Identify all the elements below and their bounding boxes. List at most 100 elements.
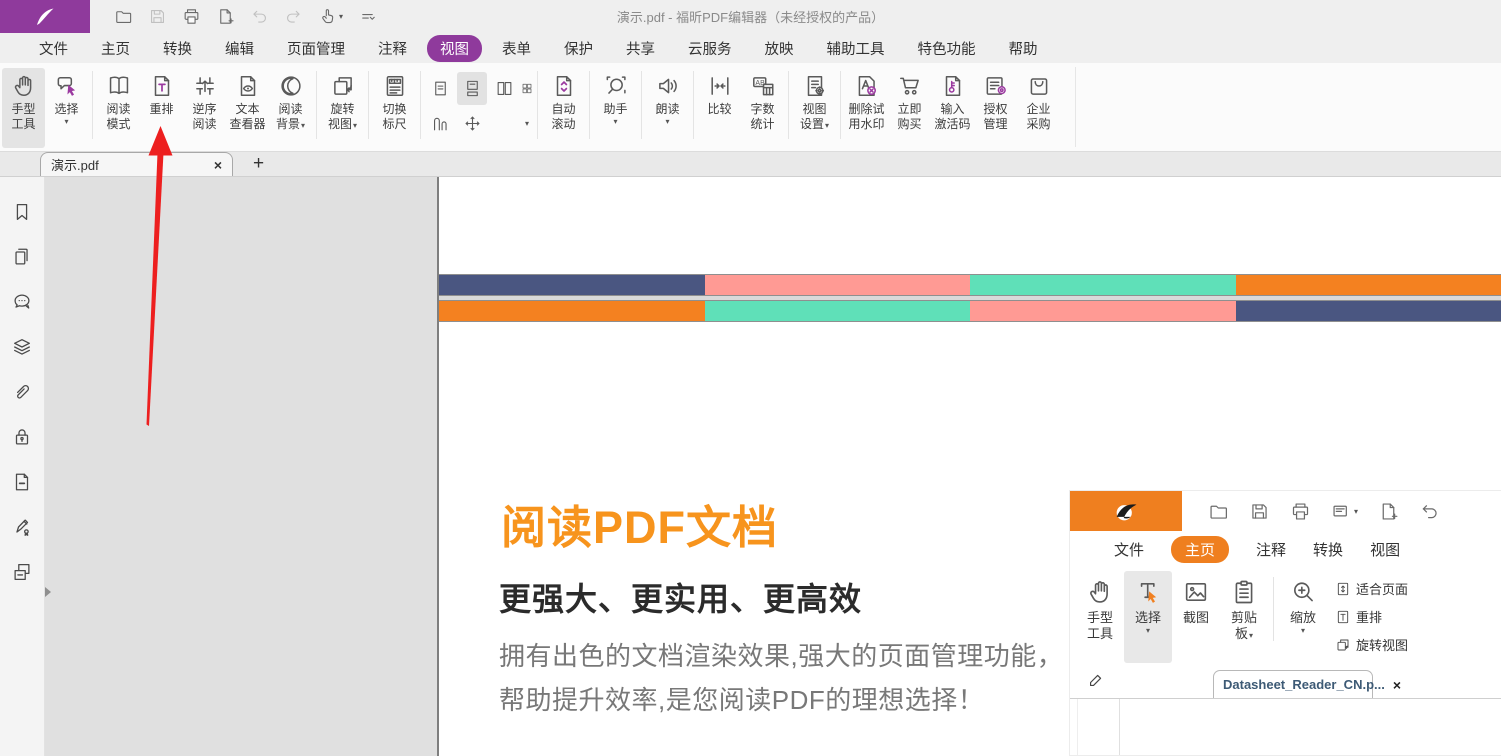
menu-comment[interactable]: 注释: [365, 35, 420, 62]
sidebar-fields-button[interactable]: [11, 471, 33, 493]
group-separator: [368, 71, 369, 139]
reflow-button[interactable]: 重排: [140, 68, 183, 148]
undo-button[interactable]: [250, 7, 269, 26]
sidebar-digital-signatures-button[interactable]: [11, 516, 33, 538]
compare-button[interactable]: 比较: [698, 68, 741, 148]
page-layout-group: ▾: [425, 72, 533, 140]
hand-tool-button[interactable]: 手型工具: [1076, 571, 1124, 663]
sidebar-layers-button[interactable]: [11, 336, 33, 358]
group-separator: [420, 71, 421, 139]
buy-now-button[interactable]: 立即购买: [888, 68, 931, 148]
sidebar-pages-button[interactable]: [11, 246, 33, 268]
chevron-down-icon: ▾: [301, 121, 305, 130]
touch-mode-button[interactable]: ▾: [318, 7, 343, 26]
menu-view[interactable]: 视图: [427, 35, 482, 62]
split-view-button[interactable]: [457, 107, 487, 140]
menu-share[interactable]: 共享: [613, 35, 668, 62]
file-plus-icon: [1378, 501, 1399, 522]
menu-assistive-tools[interactable]: 辅助工具: [814, 35, 898, 62]
title-bar: ▾ 演示.pdf - 福昕PDF编辑器（未经授权的产品）: [0, 0, 1501, 33]
panel-expand-handle[interactable]: [45, 587, 51, 597]
menu-special-features[interactable]: 特色功能: [905, 35, 989, 62]
menu-home[interactable]: 主页: [88, 35, 143, 62]
clipboard-button[interactable]: 剪贴板▾: [1220, 571, 1268, 663]
menu-slideshow[interactable]: 放映: [752, 35, 807, 62]
new-document-button[interactable]: [216, 7, 235, 26]
reading-background-button[interactable]: 阅读背景▾: [269, 68, 312, 148]
assistant-button[interactable]: 助手▾: [594, 68, 637, 148]
screenshot-reflow-option: 重排: [1335, 607, 1408, 626]
reverse-icon: [192, 73, 218, 99]
hand-tool-button[interactable]: 手型工具: [2, 68, 45, 148]
screenshot-menu-comment: 注释: [1256, 539, 1286, 560]
menu-page-management[interactable]: 页面管理: [274, 35, 358, 62]
auto-scroll-icon: [551, 73, 577, 99]
assistant-icon: [603, 73, 629, 99]
pages-icon: [11, 246, 33, 268]
select-button[interactable]: 选择▾: [45, 68, 88, 148]
print-button[interactable]: [182, 7, 201, 26]
rotate-view-button[interactable]: 旋转视图▾: [321, 68, 364, 148]
sidebar-destinations-button[interactable]: [11, 561, 33, 583]
sidebar-attachments-button[interactable]: [11, 381, 33, 403]
sidebar-security-button[interactable]: [11, 426, 33, 448]
l-facing-icon: [495, 79, 514, 98]
pdf-subheading: 更强大、更实用、更高效: [499, 574, 862, 620]
text-viewer-button[interactable]: 文本查看器: [226, 68, 269, 148]
sidebar-comments-button[interactable]: [11, 291, 33, 313]
chevron-down-icon[interactable]: ▾: [521, 107, 533, 140]
remove-trial-watermark-button[interactable]: 删除试用水印: [845, 68, 888, 148]
save-button[interactable]: [148, 7, 167, 26]
menu-help[interactable]: 帮助: [996, 35, 1051, 62]
read-mode-button[interactable]: 阅读模式: [97, 68, 140, 148]
tab-label: 演示.pdf: [51, 155, 214, 174]
reverse-reading-button[interactable]: 逆序阅读: [183, 68, 226, 148]
ribbon-group: 比较AB字数统计: [698, 68, 784, 148]
enter-activation-code-button[interactable]: 输入激活码: [931, 68, 974, 148]
menu-form[interactable]: 表单: [489, 35, 544, 62]
screenshot-tab-row: Datasheet_Reader_CN.p... ×: [1070, 668, 1501, 699]
chevron-down-icon: ▾: [339, 12, 343, 21]
tab-demo-pdf[interactable]: 演示.pdf ×: [40, 152, 233, 176]
menu-convert[interactable]: 转换: [150, 35, 205, 62]
view-settings-button[interactable]: 视图设置▾: [793, 68, 836, 148]
color-bar-segment: [970, 275, 1236, 295]
chevron-down-icon: ▾: [825, 121, 829, 130]
word-count-button[interactable]: AB字数统计: [741, 68, 784, 148]
pencil-d-icon: [1086, 670, 1106, 690]
foxit-logo: [1070, 491, 1182, 531]
menu-file[interactable]: 文件: [26, 35, 81, 62]
menu-protect[interactable]: 保护: [551, 35, 606, 62]
menu-cloud-service[interactable]: 云服务: [675, 35, 745, 62]
sidebar-bookmarks-button[interactable]: [11, 201, 33, 223]
rotate-icon: [330, 73, 356, 99]
select-button[interactable]: 选择▾: [1124, 571, 1172, 663]
license-management-button[interactable]: 授权管理: [974, 68, 1017, 148]
rotate-icon: [1335, 637, 1351, 653]
l-split-icon: [463, 114, 482, 133]
group-separator: [1273, 577, 1274, 641]
redo-button[interactable]: [284, 7, 303, 26]
color-bar-segment: [1236, 301, 1501, 321]
share-icon: [1331, 501, 1352, 522]
zoom-button[interactable]: 缩放▾: [1279, 571, 1327, 663]
toggle-ruler-button[interactable]: 切换标尺: [373, 68, 416, 148]
four-page-layout-button[interactable]: [521, 72, 533, 105]
screenshot-button[interactable]: 截图: [1172, 571, 1220, 663]
enterprise-purchase-button[interactable]: 企业采购: [1017, 68, 1060, 148]
continuous-facing-layout-button[interactable]: [425, 107, 455, 140]
color-bar-row2: [439, 300, 1501, 322]
read-aloud-button[interactable]: 朗读▾: [646, 68, 689, 148]
auto-scroll-button[interactable]: 自动滚动: [542, 68, 585, 148]
open-button[interactable]: [114, 7, 133, 26]
tab-close-icon[interactable]: ×: [214, 158, 222, 172]
new-tab-button[interactable]: +: [253, 154, 264, 176]
redo-icon: [284, 7, 303, 26]
customize-quick-access-button[interactable]: [358, 7, 377, 26]
continuous-layout-button[interactable]: [457, 72, 487, 105]
menu-edit[interactable]: 编辑: [212, 35, 267, 62]
single-page-layout-button[interactable]: [425, 72, 455, 105]
group-separator: [92, 71, 93, 139]
facing-layout-button[interactable]: [489, 72, 519, 105]
screenshot-menu-view: 视图: [1370, 539, 1400, 560]
